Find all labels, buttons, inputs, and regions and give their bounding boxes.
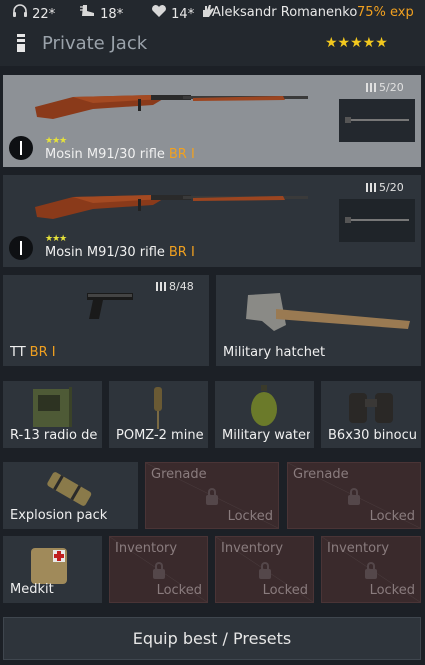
rank-icon <box>17 34 25 54</box>
grenade-slot-locked-1: Grenade Locked <box>145 462 279 529</box>
slot-title: Inventory <box>115 541 178 556</box>
weapon-name: Military hatchet <box>223 345 326 360</box>
headphones-icon <box>12 4 28 22</box>
stat-health: 14* <box>151 4 216 22</box>
flask-icon <box>251 385 277 426</box>
bayonet-icon <box>345 217 409 223</box>
lock-icon <box>152 561 165 579</box>
grenade-slot-locked-2: Grenade Locked <box>287 462 421 529</box>
inventory-slot-medkit[interactable]: Medkit <box>3 536 102 603</box>
item-name: POMZ-2 mine <box>116 428 204 443</box>
player-name: Aleksandr Romanenko <box>212 5 358 20</box>
hatchet-icon <box>246 293 410 331</box>
item-name: Explosion pack <box>10 508 108 523</box>
item-name: Medkit <box>10 582 54 597</box>
rating-stars: ★★★★★ <box>325 35 388 51</box>
mine-icon <box>154 387 162 429</box>
slot-title: Inventory <box>221 541 284 556</box>
inventory-slot-locked-1: Inventory Locked <box>109 536 208 603</box>
stat-value: 18 <box>100 7 117 22</box>
weapon-name: Mosin M91/30 rifle BR I <box>45 147 195 162</box>
bayonet-icon <box>345 117 409 123</box>
bayonet-attachment-slot[interactable] <box>339 99 415 142</box>
equipment-slot-radio[interactable]: R-13 radio device <box>3 381 102 448</box>
lock-icon <box>348 487 360 505</box>
weapon-stars: ★★★ <box>45 136 67 146</box>
equip-best-presets-button[interactable]: Equip best / Presets <box>3 617 421 660</box>
bayonet-attachment-slot[interactable] <box>339 199 415 242</box>
ammo-count: 5/20 <box>366 181 404 194</box>
item-name: B6x30 binoculars <box>328 428 418 443</box>
binoculars-icon <box>349 393 393 423</box>
bullets-icon <box>156 282 166 291</box>
ammo-count: 5/20 <box>366 81 404 94</box>
inventory-slot-locked-2: Inventory Locked <box>215 536 314 603</box>
sidearm-slot[interactable]: 8/48 TT BR I <box>3 275 209 366</box>
info-button[interactable] <box>9 236 33 260</box>
soldier-title: Private Jack <box>42 33 148 54</box>
weapon-name: TT BR I <box>10 345 56 360</box>
stat-value: 22 <box>32 7 49 22</box>
heart-icon <box>151 4 167 22</box>
weapon-name: Mosin M91/30 rifle BR I <box>45 245 195 260</box>
equipment-slot-binoculars[interactable]: B6x30 binoculars <box>321 381 421 448</box>
rifle-icon <box>35 95 308 119</box>
locked-label: Locked <box>156 583 202 598</box>
stat-speed: 18* <box>80 4 123 22</box>
lock-icon <box>258 561 271 579</box>
exp-percent: 75% exp <box>357 5 414 20</box>
stat-value: 14 <box>171 7 188 22</box>
bullets-icon <box>366 183 376 192</box>
primary-weapon-slot-2[interactable]: 5/20 ★★★ Mosin M91/30 rifle BR I <box>3 175 421 267</box>
slot-title: Grenade <box>293 467 349 482</box>
primary-weapon-slot-1[interactable]: 5/20 ★★★ Mosin M91/30 rifle BR I <box>3 75 421 167</box>
explosion-pack-icon <box>47 472 92 506</box>
equipment-slot-flask[interactable]: Military water flask <box>215 381 314 448</box>
slot-title: Grenade <box>151 467 207 482</box>
inventory-slot-locked-3: Inventory Locked <box>321 536 421 603</box>
stat-hearing: 22* <box>12 4 55 22</box>
rifle-icon <box>35 195 308 219</box>
locked-label: Locked <box>369 509 415 524</box>
slot-title: Inventory <box>327 541 390 556</box>
info-button[interactable] <box>9 136 33 160</box>
ammo-count: 8/48 <box>156 280 194 293</box>
battle-rating: BR I <box>168 147 195 162</box>
medkit-icon <box>31 548 67 584</box>
melee-slot[interactable]: Military hatchet <box>216 275 421 366</box>
lock-icon <box>206 487 218 505</box>
lock-icon <box>365 561 377 579</box>
locked-label: Locked <box>262 583 308 598</box>
weapon-stars: ★★★ <box>45 234 67 244</box>
battle-rating: BR I <box>168 245 195 260</box>
locked-label: Locked <box>369 583 415 598</box>
item-name: R-13 radio device <box>10 428 98 443</box>
locked-label: Locked <box>227 509 273 524</box>
boot-icon <box>80 4 96 22</box>
bullets-icon <box>366 83 376 92</box>
soldier-header: 22* 18* 14* Aleksandr Romanenko 75% exp … <box>0 0 425 66</box>
equipment-slot-mine[interactable]: POMZ-2 mine <box>109 381 208 448</box>
battle-rating: BR I <box>29 345 56 360</box>
pistol-icon <box>87 293 133 319</box>
radio-icon <box>33 387 72 427</box>
grenade-slot-explosion-pack[interactable]: Explosion pack <box>3 462 138 529</box>
item-name: Military water flask <box>222 428 310 443</box>
